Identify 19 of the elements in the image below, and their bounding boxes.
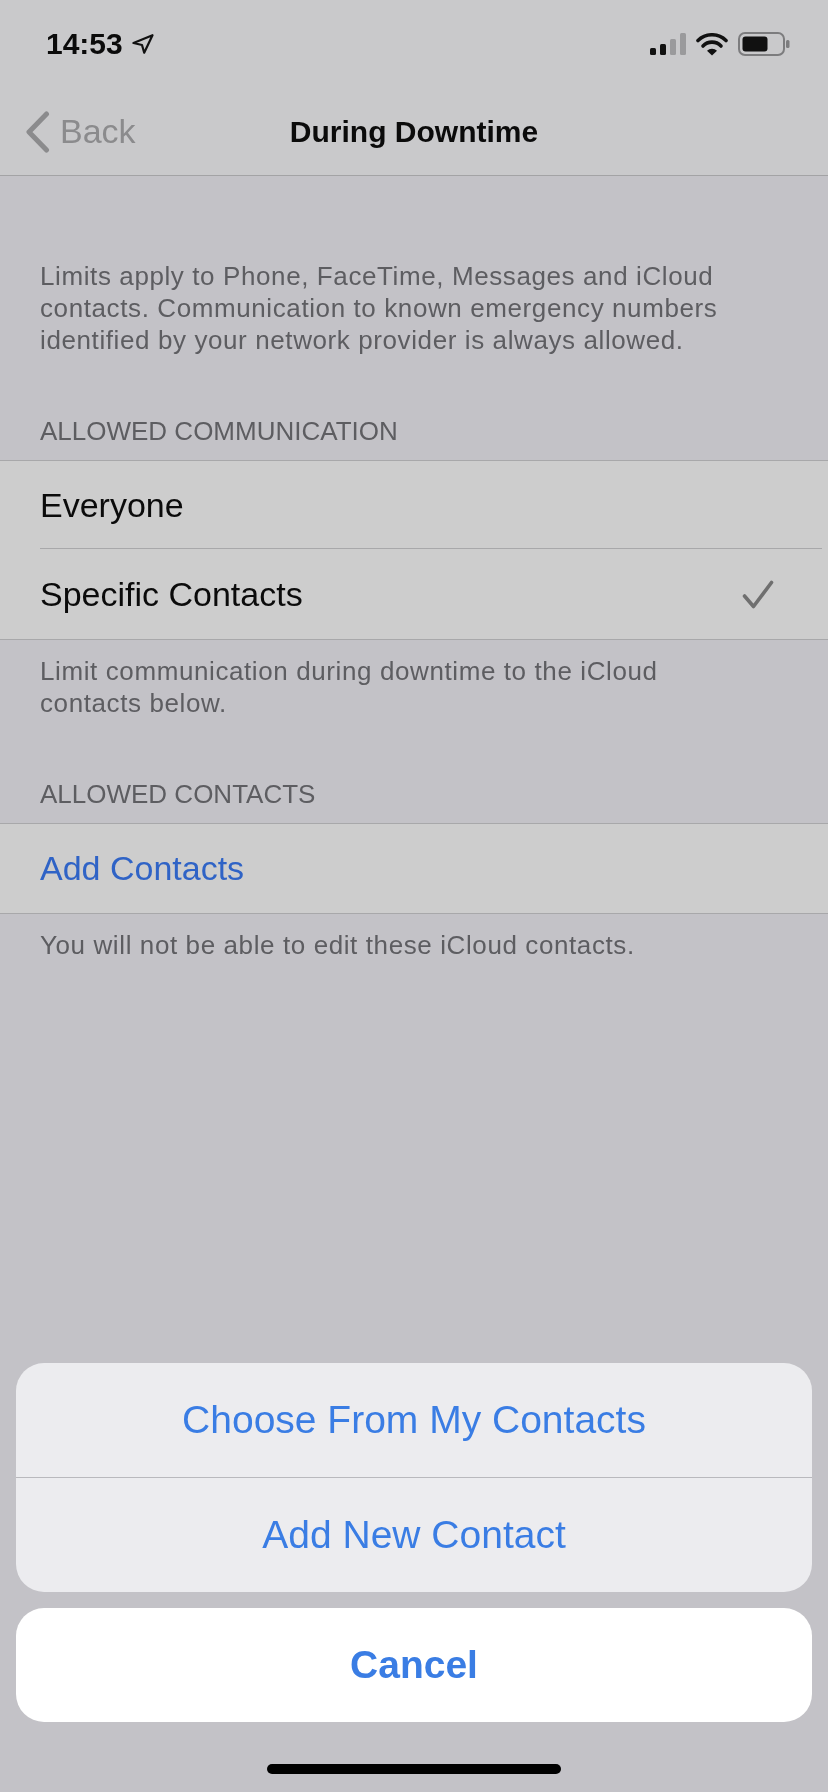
- sheet-action-button[interactable]: Add New Contact: [16, 1477, 812, 1592]
- wifi-icon: [696, 32, 728, 56]
- section-footer: You will not be able to edit these iCloud contacts.: [0, 929, 828, 961]
- back-button[interactable]: Back: [25, 110, 136, 153]
- option-row[interactable]: Everyone: [0, 461, 828, 550]
- signal-icon: [650, 33, 686, 55]
- location-arrow-icon: [131, 34, 154, 54]
- battery-icon: [738, 32, 790, 56]
- cancel-button[interactable]: Cancel: [16, 1608, 812, 1722]
- section-header: ALLOWED CONTACTS: [39, 778, 317, 810]
- section-header: ALLOWED COMMUNICATION: [39, 415, 399, 447]
- sheet-action-button[interactable]: Choose From My Contacts: [16, 1363, 812, 1477]
- status-time: 14:53: [46, 29, 123, 59]
- section-footer: Limit communication during downtime to the iCloud contacts below.: [0, 655, 828, 719]
- intro-note: Limits apply to Phone, FaceTime, Messages and iCloud contacts. Communication to known emergency numbers identified by your network provider is always allowed.: [39, 260, 719, 356]
- screen-title: During Downtime: [289, 113, 539, 150]
- chevron-left-icon: [25, 110, 50, 153]
- option-row[interactable]: Specific Contacts: [0, 550, 828, 639]
- action-row[interactable]: Add Contacts: [0, 824, 828, 913]
